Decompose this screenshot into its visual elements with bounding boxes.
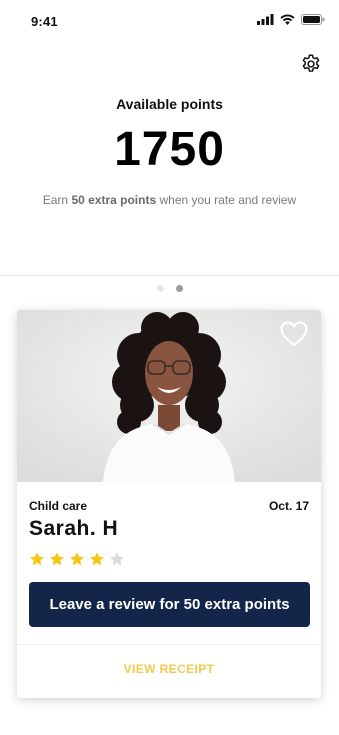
provider-name: Sarah. H — [29, 517, 119, 540]
earn-prefix: Earn — [42, 193, 72, 207]
portrait-illustration — [17, 310, 321, 482]
favorite-button[interactable] — [279, 320, 309, 348]
review-card: Child care Oct. 17 Sarah. H Leave a revi… — [17, 310, 321, 698]
leave-review-button[interactable]: Leave a review for 50 extra points — [29, 582, 310, 627]
status-bar: 9:41 — [0, 0, 339, 40]
view-receipt-link[interactable]: VIEW RECEIPT — [17, 662, 321, 676]
service-date: Oct. 17 — [268, 499, 309, 513]
wifi-icon — [280, 14, 295, 25]
star-filled-icon — [30, 552, 44, 566]
earn-bold: 50 extra points — [71, 193, 157, 207]
carousel-indicator — [0, 285, 339, 292]
signal-icon — [257, 14, 274, 25]
earn-suffix: when you rate and review — [156, 193, 297, 207]
points-value: 1750 — [114, 123, 225, 176]
star-filled-icon — [90, 552, 104, 566]
gear-icon — [302, 54, 320, 72]
section-divider — [0, 275, 339, 276]
carousel-dot[interactable] — [175, 285, 183, 292]
service-category: Child care — [29, 499, 88, 513]
provider-photo — [17, 310, 321, 482]
carousel-dot[interactable] — [156, 285, 164, 292]
settings-button[interactable] — [297, 50, 325, 78]
status-time: 9:41 — [31, 14, 58, 29]
star-empty-icon — [110, 552, 124, 566]
star-filled-icon — [70, 552, 84, 566]
heart-outline-icon — [280, 321, 308, 347]
battery-icon — [301, 14, 325, 25]
star-filled-icon — [50, 552, 64, 566]
earn-points-message: Earn 50 extra points when you rate and r… — [0, 193, 339, 207]
card-divider — [17, 644, 321, 645]
rating-stars — [29, 551, 125, 567]
status-icons — [257, 14, 325, 25]
points-label: Available points — [116, 96, 223, 112]
